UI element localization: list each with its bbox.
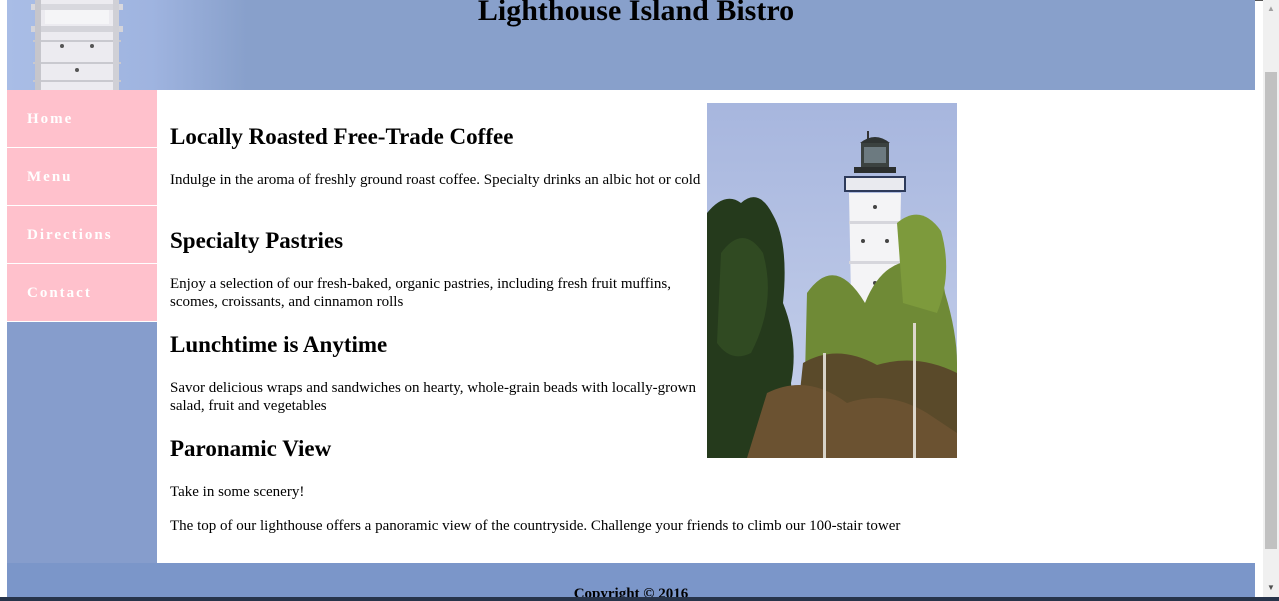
copyright-text: Copyright © 2016 bbox=[573, 586, 689, 597]
left-gutter bbox=[0, 0, 7, 601]
scroll-down-arrow-icon[interactable]: ▼ bbox=[1263, 581, 1279, 595]
nav-item-contact[interactable]: Contact bbox=[7, 264, 157, 322]
vertical-scrollbar[interactable]: ▲ ▼ bbox=[1263, 0, 1279, 597]
nav-item-directions[interactable]: Directions bbox=[7, 206, 157, 264]
main-nav: Home Menu Directions Contact bbox=[7, 90, 157, 322]
page-wrapper: Lighthouse Island Bistro Home Menu Direc… bbox=[7, 0, 1255, 597]
scrollbar-thumb[interactable] bbox=[1265, 72, 1277, 549]
section-text-view: Take in some scenery! bbox=[170, 484, 305, 500]
taskbar-edge bbox=[0, 597, 1279, 601]
section-text-view-detail: The top of our lighthouse offers a panor… bbox=[170, 518, 901, 534]
site-title: Lighthouse Island Bistro bbox=[477, 0, 795, 27]
section-heading-pastries: Specialty Pastries bbox=[170, 228, 344, 253]
section-heading-view: Paronamic View bbox=[170, 436, 332, 461]
section-text-lunch: Savor delicious wraps and sandwiches on … bbox=[170, 380, 696, 414]
nav-item-menu[interactable]: Menu bbox=[7, 148, 157, 206]
nav-item-home[interactable]: Home bbox=[7, 90, 157, 148]
section-text-pastries: Enjoy a selection of our fresh-baked, or… bbox=[170, 276, 671, 310]
section-heading-coffee: Locally Roasted Free-Trade Coffee bbox=[170, 124, 514, 149]
scroll-up-arrow-icon[interactable]: ▲ bbox=[1263, 2, 1279, 16]
main-content: Locally Roasted Free-Trade Coffee Indulg… bbox=[157, 90, 1255, 563]
section-text-coffee: Indulge in the aroma of freshly ground r… bbox=[170, 172, 701, 188]
site-header: Lighthouse Island Bistro bbox=[7, 0, 1255, 90]
site-footer: Copyright © 2016 bbox=[7, 563, 1255, 597]
lighthouse-photo bbox=[707, 103, 957, 458]
section-heading-lunch: Lunchtime is Anytime bbox=[170, 332, 388, 357]
